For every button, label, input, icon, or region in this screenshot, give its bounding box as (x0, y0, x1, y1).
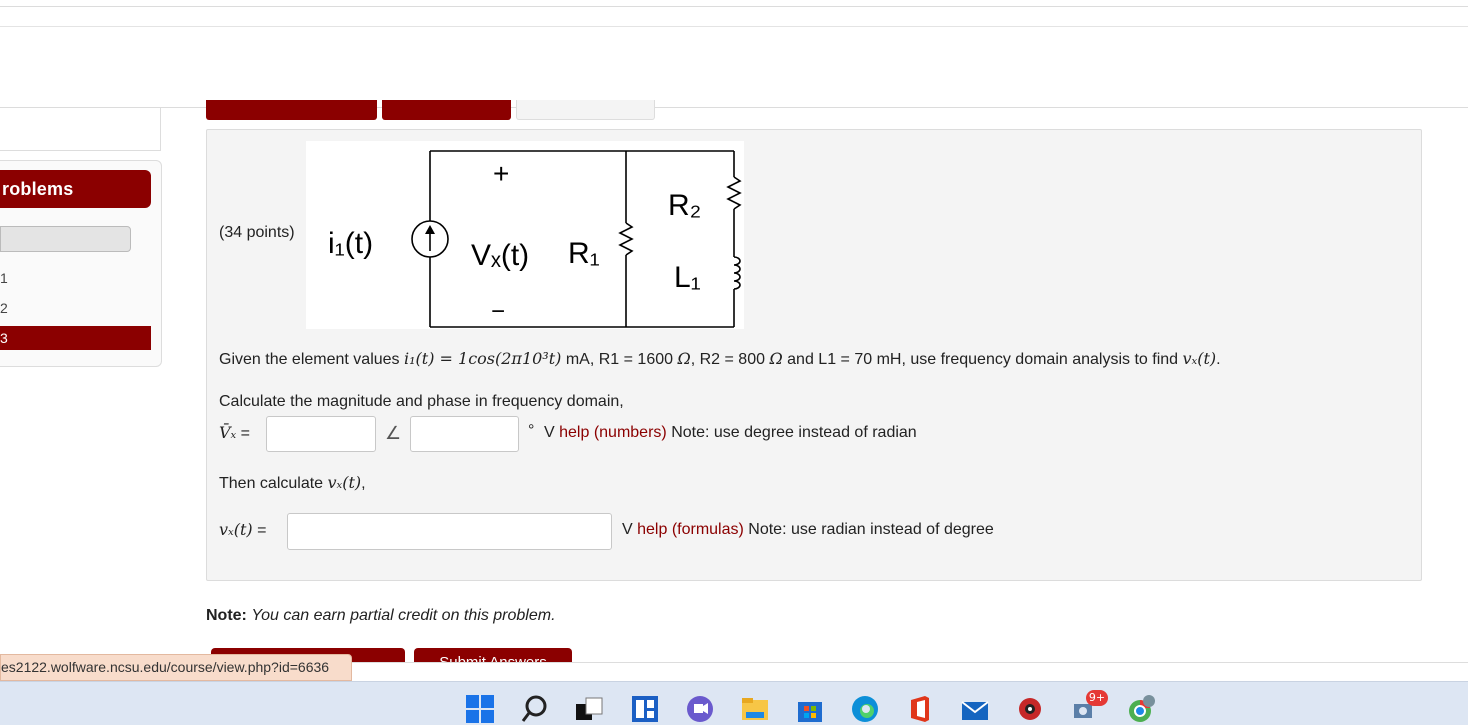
status-url: es2122.wolfware.ncsu.edu/course/view.php… (0, 654, 352, 681)
sidebar-item-problem-3[interactable]: 3 (0, 326, 151, 350)
edge-icon[interactable] (850, 694, 880, 724)
circuit-diagram: + − i₁(t) Vₓ(t) R₁ R₂ L₁ (306, 141, 744, 329)
circuit-minus: − (491, 298, 505, 325)
top-button-1[interactable] (206, 100, 377, 120)
sidebar-item-problem-1[interactable]: 1 (0, 266, 151, 290)
sidebar-item-problem-2[interactable]: 2 (0, 296, 151, 320)
circuit-r2-label: R₂ (668, 189, 701, 222)
circuit-plus: + (493, 158, 509, 189)
vxt-input[interactable] (287, 513, 612, 550)
circuit-l1-label: L₁ (674, 261, 701, 294)
notification-badge: 9+ (1086, 690, 1108, 706)
magnitude-input[interactable] (266, 416, 376, 452)
vx-unit-help: V help (numbers) Note: use degree instea… (544, 424, 917, 441)
then-prompt: Then calculate vₓ(t), (219, 473, 366, 492)
vx-phasor-label: V̄ₓ = (219, 423, 251, 442)
top-button-3[interactable] (516, 100, 655, 120)
vxt-unit-help: V help (formulas) Note: use radian inste… (622, 521, 994, 538)
vxt-label: vₓ(t) = (219, 520, 267, 539)
top-button-2[interactable] (382, 100, 511, 120)
note-radian: Note: use radian instead of degree (748, 521, 994, 538)
bottom-divider (352, 662, 1468, 663)
chrome-icon[interactable] (1125, 694, 1155, 724)
problems-header: roblems (0, 170, 151, 208)
vx-expression: vₓ(t) (1182, 349, 1217, 368)
search-icon[interactable] (520, 694, 550, 724)
circuit-source-label: i₁(t) (328, 227, 373, 260)
phase-input[interactable] (410, 416, 519, 452)
sidebar-progress-bar (0, 226, 131, 252)
microsoft-store-icon[interactable] (795, 694, 825, 724)
windows-start-icon[interactable] (465, 694, 495, 724)
help-numbers-link[interactable]: help (numbers) (559, 424, 667, 441)
top-divider (0, 6, 1468, 7)
sidebar-top-panel (0, 108, 161, 151)
circuit-vx-label: Vₓ(t) (471, 239, 529, 272)
calc-prompt: Calculate the magnitude and phase in fre… (219, 393, 624, 410)
teams-chat-icon[interactable] (685, 694, 715, 724)
taskbar (0, 681, 1468, 725)
mail-icon[interactable] (960, 694, 990, 724)
circuit-r1-label: R₁ (568, 237, 600, 270)
problem-statement: Given the element values i₁(t) = 1cos(2π… (219, 349, 1221, 368)
partial-credit-note: Note: You can earn partial credit on thi… (206, 607, 556, 624)
angle-symbol: ∠ (385, 423, 402, 443)
file-explorer-icon[interactable] (740, 694, 770, 724)
widgets-icon[interactable] (630, 694, 660, 724)
help-formulas-link[interactable]: help (formulas) (637, 521, 744, 538)
office-icon[interactable] (905, 694, 935, 724)
circuit-svg: + − i₁(t) Vₓ(t) R₁ R₂ L₁ (328, 150, 742, 328)
task-view-icon[interactable] (574, 694, 604, 724)
degree-symbol: ° (528, 422, 535, 439)
problem-points: (34 points) (219, 224, 295, 241)
top-divider-2 (0, 26, 1468, 27)
note-degree: Note: use degree instead of radian (671, 424, 917, 441)
app-icon[interactable] (1015, 694, 1045, 724)
i1-expression: i₁(t) = 1cos(2π10³t) (404, 349, 562, 368)
submit-button[interactable]: Submit Answers (414, 648, 572, 662)
